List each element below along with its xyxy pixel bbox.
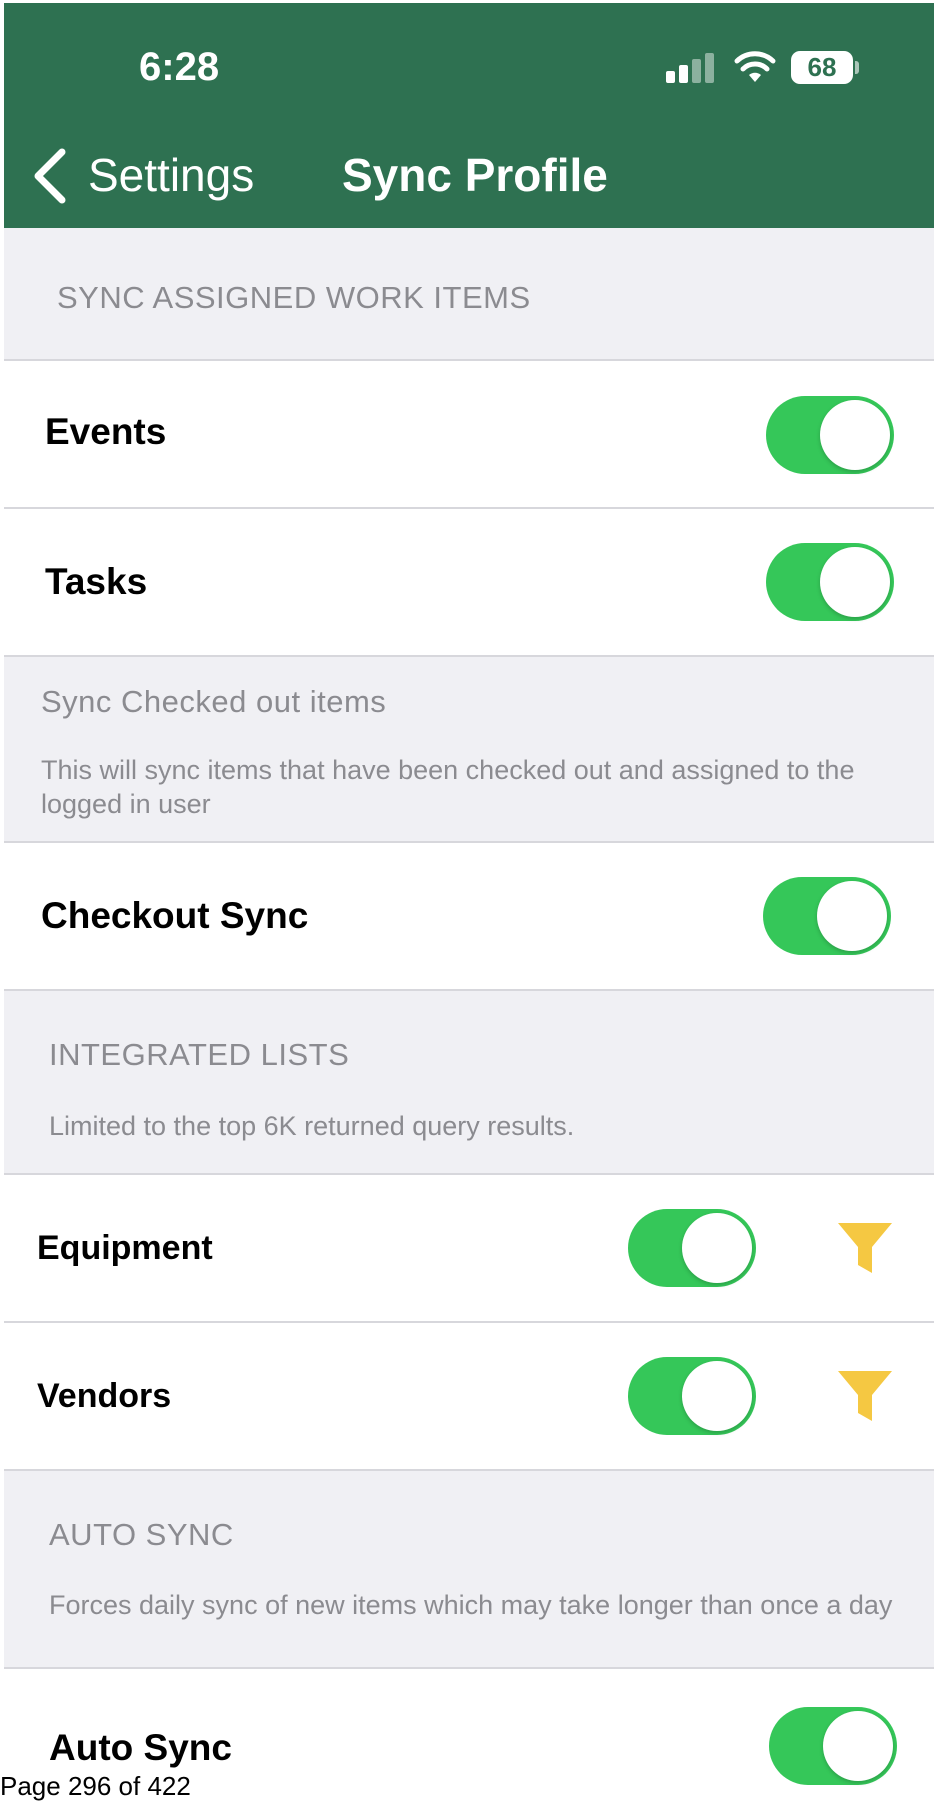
vendors-toggle[interactable] [628, 1357, 756, 1435]
row-label: Equipment [37, 1229, 213, 1267]
row-label: Checkout Sync [41, 895, 309, 936]
row-label: Vendors [37, 1377, 172, 1415]
section-checked-out-header: Sync Checked out items This will sync it… [4, 655, 934, 845]
funnel-icon[interactable] [836, 1367, 894, 1425]
cellular-signal-icon [666, 53, 716, 83]
toggle-knob [823, 1711, 893, 1781]
navigation-bar: 6:28 68 Settings Sync Profile [4, 3, 934, 228]
status-time: 6:28 [139, 45, 220, 89]
section-label: SYNC ASSIGNED WORK ITEMS [57, 280, 531, 315]
row-label: Tasks [45, 561, 148, 602]
row-tasks[interactable]: Tasks [4, 507, 934, 659]
checkout-sync-toggle[interactable] [763, 877, 891, 955]
toggle-knob [682, 1361, 752, 1431]
funnel-icon[interactable] [836, 1219, 894, 1277]
toggle-knob [820, 547, 890, 617]
row-label: Auto Sync [49, 1727, 232, 1768]
tasks-toggle[interactable] [766, 543, 894, 621]
section-description: This will sync items that have been chec… [41, 755, 855, 819]
back-button[interactable]: Settings [88, 148, 254, 202]
chevron-left-icon[interactable] [32, 148, 68, 204]
wifi-icon [734, 51, 776, 82]
page-number: Page 296 of 422 [0, 1768, 195, 1804]
section-label: Sync Checked out items [41, 684, 387, 719]
toggle-knob [682, 1213, 752, 1283]
auto-sync-toggle[interactable] [769, 1707, 897, 1785]
row-events[interactable]: Events [4, 359, 934, 507]
section-integrated-header: INTEGRATED LISTS Limited to the top 6K r… [4, 989, 934, 1177]
row-checkout-sync[interactable]: Checkout Sync [4, 841, 934, 991]
section-label: AUTO SYNC [49, 1517, 234, 1552]
page-title: Sync Profile [342, 149, 608, 201]
events-toggle[interactable] [766, 396, 894, 474]
toggle-knob [817, 881, 887, 951]
row-vendors[interactable]: Vendors [4, 1321, 934, 1471]
section-description: Limited to the top 6K returned query res… [49, 1111, 575, 1141]
section-label: INTEGRATED LISTS [49, 1037, 350, 1072]
row-equipment[interactable]: Equipment [4, 1173, 934, 1323]
battery-icon: 68 [791, 51, 853, 84]
equipment-toggle[interactable] [628, 1209, 756, 1287]
section-assigned-header: SYNC ASSIGNED WORK ITEMS [4, 228, 934, 360]
section-auto-header: AUTO SYNC Forces daily sync of new items… [4, 1469, 934, 1671]
battery-tip [855, 61, 859, 74]
section-description: Forces daily sync of new items which may… [49, 1590, 893, 1620]
phone-screen: 6:28 68 Settings Sync Profile SYNC ASSIG… [4, 3, 934, 1806]
toggle-knob [820, 400, 890, 470]
row-label: Events [45, 411, 167, 452]
